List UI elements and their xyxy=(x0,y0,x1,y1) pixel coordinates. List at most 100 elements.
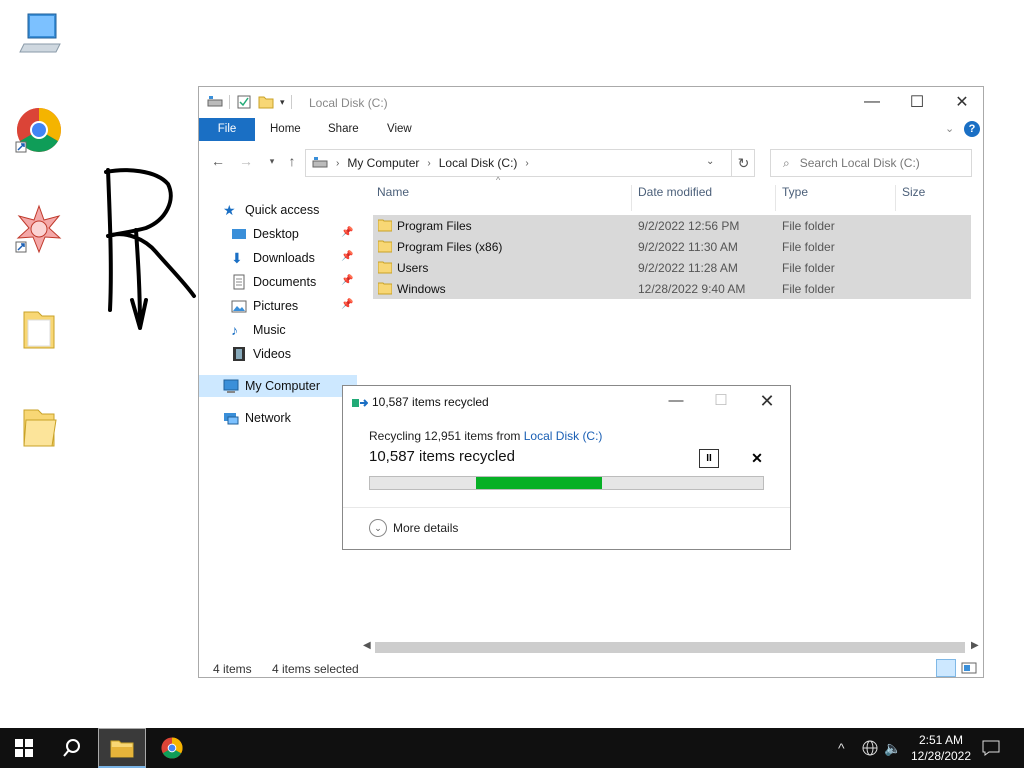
column-divider[interactable] xyxy=(631,185,632,211)
breadcrumb-my-computer[interactable]: My Computer xyxy=(347,156,419,170)
nav-item-videos[interactable]: Videos xyxy=(199,343,357,365)
nav-label: Network xyxy=(245,411,291,425)
recycle-source-text: Recycling 12,951 items from Local Disk (… xyxy=(369,429,602,443)
refresh-icon[interactable]: ↻ xyxy=(731,150,755,176)
network-icon xyxy=(223,410,239,426)
tab-view[interactable]: View xyxy=(387,118,412,141)
folder-desktop-icon[interactable] xyxy=(14,402,64,452)
column-header-date[interactable]: Date modified xyxy=(638,185,712,207)
nav-item-documents[interactable]: Documents 📌 xyxy=(199,271,357,293)
mathematica-desktop-icon[interactable] xyxy=(14,204,64,254)
window-title: Local Disk (C:) xyxy=(309,96,388,110)
breadcrumb-separator-icon: › xyxy=(525,157,529,169)
recycle-progress-dialog: 10,587 items recycled — ☐ ✕ Recycling 12… xyxy=(342,385,791,550)
document-icon xyxy=(231,274,247,290)
taskbar-chrome[interactable] xyxy=(148,728,196,768)
taskbar-clock[interactable]: 2:51 AM 12/28/2022 xyxy=(908,732,974,764)
folder-icon xyxy=(378,261,392,274)
file-row[interactable]: Program Files 9/2/2022 12:56 PM File fol… xyxy=(373,215,971,236)
scrollbar-thumb[interactable] xyxy=(375,642,965,653)
show-hidden-icons-chevron-icon[interactable]: ^ xyxy=(838,728,845,768)
help-icon[interactable]: ? xyxy=(964,121,980,137)
new-folder-icon[interactable] xyxy=(258,94,274,110)
pin-icon: 📌 xyxy=(341,275,354,286)
progress-bar xyxy=(369,476,764,490)
file-explorer-window: ▾ Local Disk (C:) — ☐ ✕ File Home Share … xyxy=(198,86,984,678)
folder-desktop-icon[interactable] xyxy=(14,304,64,354)
column-divider[interactable] xyxy=(895,185,896,211)
cancel-button[interactable]: ✕ xyxy=(748,449,766,468)
recycle-source-link[interactable]: Local Disk (C:) xyxy=(524,429,603,443)
horizontal-scrollbar[interactable]: ◀ ▶ xyxy=(361,638,981,656)
search-icon: ⌕ xyxy=(783,155,790,170)
search-placeholder: Search Local Disk (C:) xyxy=(799,156,920,170)
file-name: Windows xyxy=(397,282,446,296)
windows-logo-icon xyxy=(15,739,33,757)
back-arrow-icon[interactable]: ← xyxy=(209,151,227,171)
status-bar: 4 items 4 items selected xyxy=(199,657,983,679)
dialog-close-button[interactable]: ✕ xyxy=(752,390,782,412)
tab-share[interactable]: Share xyxy=(328,118,359,141)
forward-arrow-icon[interactable]: → xyxy=(237,151,255,171)
details-view-icon[interactable] xyxy=(936,659,956,677)
maximize-button[interactable]: ☐ xyxy=(894,87,940,117)
title-bar: ▾ Local Disk (C:) — ☐ ✕ xyxy=(199,87,983,117)
chrome-desktop-icon[interactable] xyxy=(14,104,64,154)
drive-icon xyxy=(207,96,223,107)
nav-item-pictures[interactable]: Pictures 📌 xyxy=(199,295,357,317)
file-row[interactable]: Users 9/2/2022 11:28 AM File folder xyxy=(373,257,971,278)
progress-headline: 10,587 items recycled xyxy=(369,448,515,465)
tab-file[interactable]: File xyxy=(199,118,255,141)
column-divider[interactable] xyxy=(775,185,776,211)
file-row[interactable]: Windows 12/28/2022 9:40 AM File folder xyxy=(373,278,971,299)
this-pc-desktop-icon[interactable] xyxy=(14,8,64,58)
minimize-button[interactable]: — xyxy=(849,87,895,117)
search-icon xyxy=(63,739,80,757)
nav-item-music[interactable]: ♪ Music xyxy=(199,319,357,341)
recycle-source-prefix: Recycling 12,951 items from xyxy=(369,429,521,443)
taskbar-search-button[interactable] xyxy=(48,728,96,768)
file-type: File folder xyxy=(782,261,835,275)
nav-my-computer[interactable]: My Computer xyxy=(199,375,357,397)
film-icon xyxy=(231,346,247,362)
up-arrow-icon[interactable]: ↑ xyxy=(283,151,301,171)
large-icons-view-icon[interactable] xyxy=(959,659,979,677)
search-input[interactable]: ⌕ Search Local Disk (C:) xyxy=(770,149,972,177)
pin-icon: 📌 xyxy=(341,227,354,238)
recent-locations-icon[interactable]: ▾ xyxy=(263,151,281,171)
more-details-toggle[interactable]: ⌄ More details xyxy=(369,519,458,537)
address-dropdown-icon[interactable]: ⌄ xyxy=(706,156,714,167)
breadcrumb-local-disk[interactable]: Local Disk (C:) xyxy=(439,156,518,170)
close-button[interactable]: ✕ xyxy=(939,87,985,117)
address-row: ← → ▾ ↑ › My Computer › Local Disk (C:) … xyxy=(199,145,983,177)
file-date: 9/2/2022 11:30 AM xyxy=(638,240,738,254)
nav-network[interactable]: Network xyxy=(199,407,357,429)
desktop-icon xyxy=(231,226,247,242)
dialog-minimize-button[interactable]: — xyxy=(661,390,691,412)
column-header-type[interactable]: Type xyxy=(782,185,808,207)
scroll-left-icon[interactable]: ◀ xyxy=(363,640,371,651)
start-button[interactable] xyxy=(0,728,48,768)
customize-toolbar-icon[interactable]: ▾ xyxy=(280,97,285,108)
quick-access-toolbar: ▾ xyxy=(207,94,292,110)
taskbar-file-explorer[interactable] xyxy=(98,728,146,768)
tab-home[interactable]: Home xyxy=(270,118,301,141)
nav-item-desktop[interactable]: Desktop 📌 xyxy=(199,223,357,245)
column-header-name[interactable]: Name xyxy=(377,185,409,207)
properties-icon[interactable] xyxy=(236,94,252,110)
nav-item-downloads[interactable]: ⬇ Downloads 📌 xyxy=(199,247,357,269)
dialog-title: 10,587 items recycled xyxy=(372,395,489,409)
scroll-right-icon[interactable]: ▶ xyxy=(971,640,979,651)
nav-quick-access[interactable]: ★ Quick access xyxy=(199,199,357,221)
file-row[interactable]: Program Files (x86) 9/2/2022 11:30 AM Fi… xyxy=(373,236,971,257)
column-header-size[interactable]: Size xyxy=(902,185,925,207)
expand-ribbon-icon[interactable]: ⌄ xyxy=(945,122,954,135)
pictures-icon xyxy=(231,298,247,314)
drive-icon xyxy=(312,157,328,168)
sort-ascending-icon: ^ xyxy=(496,175,501,185)
volume-icon[interactable]: 🔈 xyxy=(884,728,901,768)
notification-center-icon[interactable] xyxy=(982,728,1000,768)
network-globe-icon[interactable] xyxy=(862,728,878,768)
address-bar[interactable]: › My Computer › Local Disk (C:) › ⌄ ↻ xyxy=(305,149,755,177)
pause-button[interactable]: II xyxy=(699,449,719,468)
